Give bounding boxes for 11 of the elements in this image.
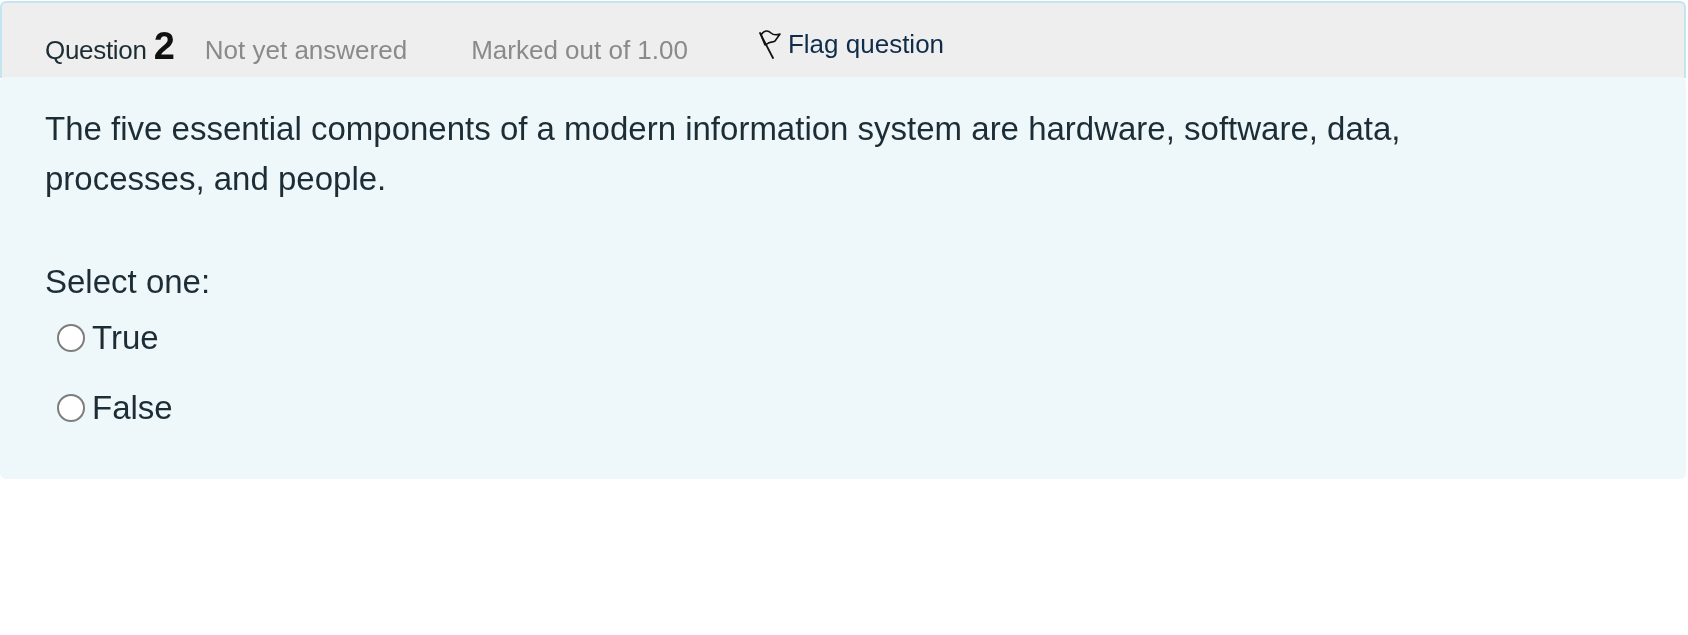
select-prompt: Select one: (45, 262, 211, 302)
answer-option[interactable]: True (45, 316, 159, 360)
question-number: 2 (153, 25, 175, 68)
question-label: Question (45, 35, 147, 66)
question-status: Not yet answered (204, 35, 408, 66)
flag-question-link[interactable]: Flag question (757, 28, 945, 60)
question-text: The five essential components of a modern information system are hardware, software, data, processes, and people. (45, 109, 1402, 199)
question-mark: Marked out of 1.00 (471, 35, 688, 66)
radio-button[interactable] (57, 394, 85, 422)
answer-option[interactable]: False (45, 386, 173, 430)
radio-button[interactable] (57, 324, 85, 352)
